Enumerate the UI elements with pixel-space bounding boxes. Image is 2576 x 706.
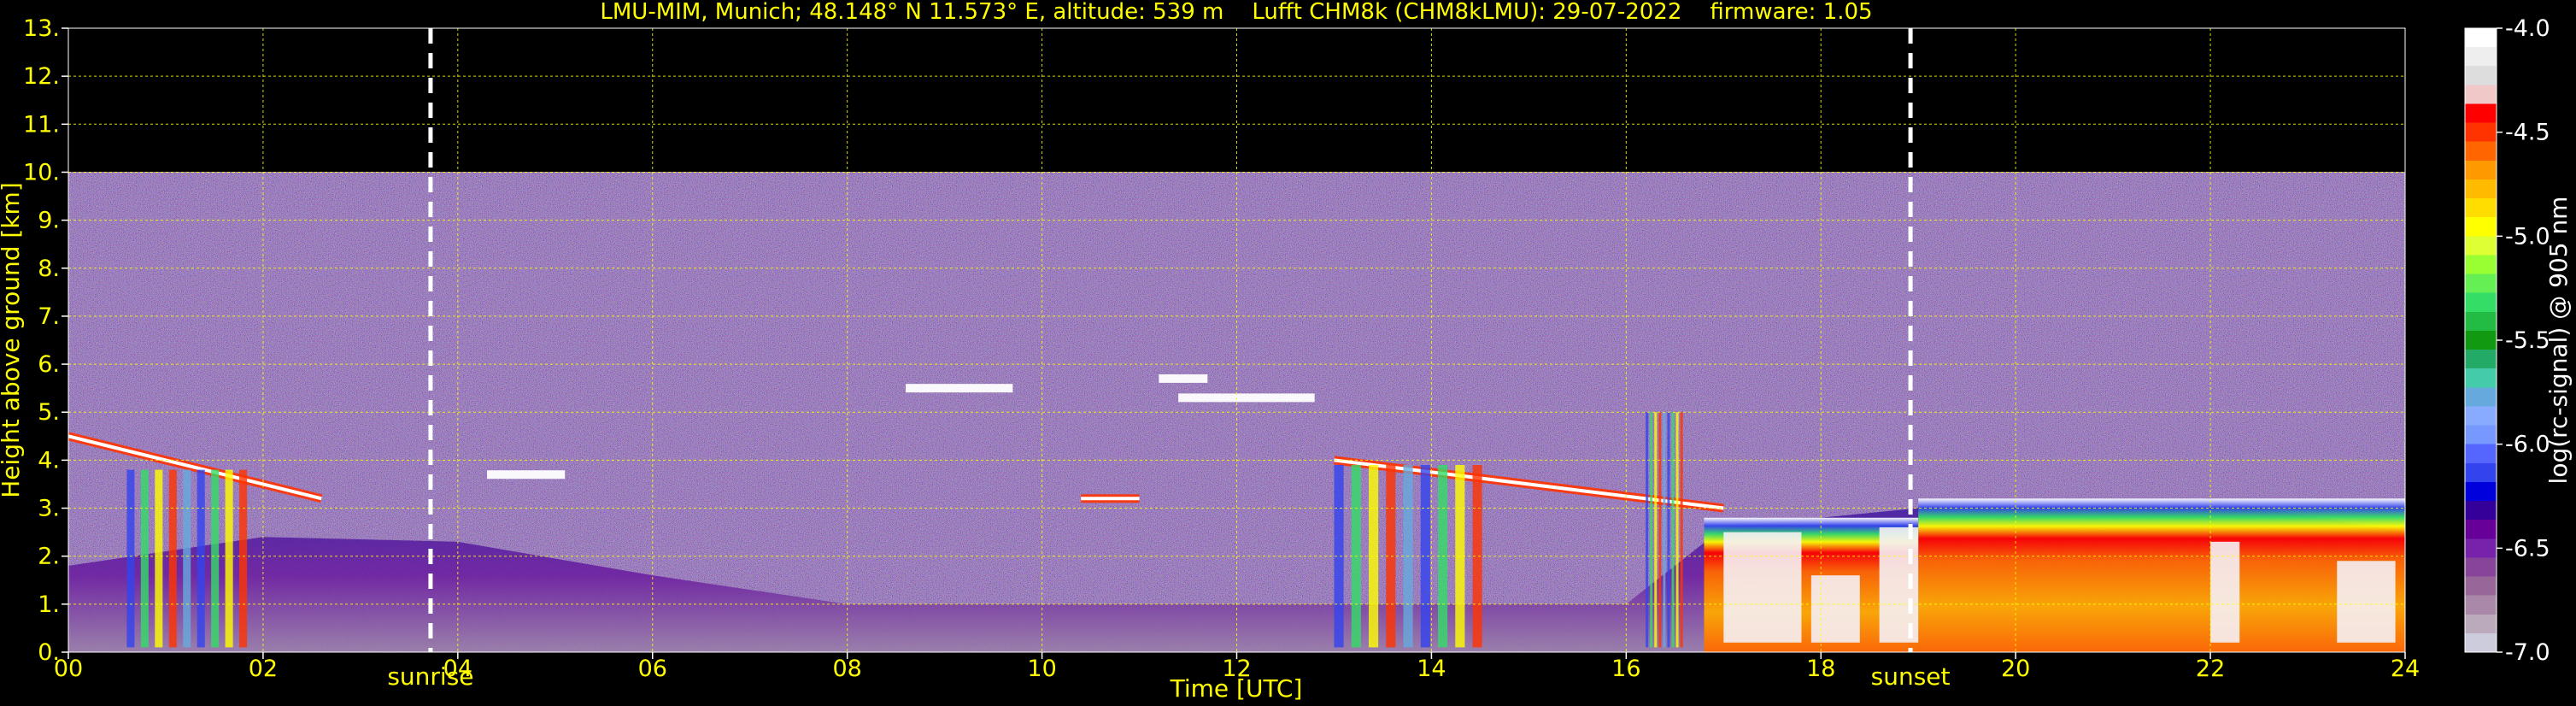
y-tick-label: 12. (23, 63, 60, 90)
fallstreak (1680, 412, 1683, 648)
x-tick-label: 14 (1417, 656, 1446, 682)
high-cloud (1159, 374, 1208, 383)
x-tick-label: 06 (638, 656, 667, 682)
sunset-label: sunset (1871, 662, 1951, 691)
y-tick-label: 13. (23, 15, 60, 42)
fallstreak (1667, 412, 1670, 648)
x-tick-label: 08 (832, 656, 861, 682)
colorbar-label: log(rc-signal) @ 905 nm (2544, 197, 2573, 485)
colorbar-tick-label: -4.5 (2505, 120, 2550, 146)
fallstreak (168, 469, 177, 648)
y-tick-label: 11. (23, 111, 60, 138)
fallstreak (140, 469, 149, 648)
y-tick-label: 5. (38, 399, 60, 426)
high-cloud (487, 470, 566, 479)
y-tick-label: 9. (38, 208, 60, 234)
y-tick-label: 4. (38, 447, 60, 474)
cloud-blotch (1723, 532, 1802, 643)
x-tick-label: 20 (2001, 656, 2030, 682)
fallstreak (1663, 412, 1666, 648)
fallstreak (1654, 412, 1658, 648)
x-tick-label: 18 (1806, 656, 1835, 682)
high-cloud (906, 384, 1013, 393)
y-tick-label: 8. (38, 256, 60, 282)
colorbar: -4.0 -4.5 -5.0 -5.5 -6.0 -6.5 -7.0 (2464, 15, 2550, 666)
x-tick-label: 04 (443, 656, 472, 682)
fallstreak (1675, 412, 1679, 648)
fallstreak (1650, 412, 1653, 648)
fallstreak (225, 469, 233, 648)
fallstreak (1671, 412, 1675, 648)
colorbar-tick-label: -4.0 (2505, 15, 2550, 42)
colorbar-bar (2465, 28, 2497, 652)
high-cloud (1178, 393, 1315, 403)
colorbar-tick-label: -5.5 (2505, 327, 2550, 354)
colorbar-tick-label: -5.0 (2505, 223, 2550, 250)
ceilometer-chart: sunrise sunset 00 02 04 06 08 10 12 14 16 18 20 22 24… (0, 0, 2573, 703)
y-tick-label: 2. (38, 544, 60, 570)
cloud-blotch (2210, 541, 2240, 643)
fallstreak (1646, 412, 1649, 648)
fallstreak (239, 469, 248, 648)
y-tick-label: 10. (23, 159, 60, 185)
low-cloud-deck (1918, 498, 2405, 652)
y-axis-label: Height above ground [km] (0, 182, 25, 498)
cloud-blotch (1810, 575, 1860, 643)
x-tick-label: 22 (2196, 656, 2225, 682)
x-tick-label: 24 (2391, 656, 2420, 682)
fallstreak (211, 469, 220, 648)
y-tick-label: 1. (38, 591, 60, 618)
x-tick-label: 10 (1027, 656, 1056, 682)
colorbar-tick-label: -6.5 (2505, 535, 2550, 562)
colorbar-tick-label: -6.0 (2505, 432, 2550, 458)
y-tick-label: 6. (38, 351, 60, 378)
y-tick-label: 0. (38, 639, 60, 666)
chart-title: LMU-MIM, Munich; 48.148° N 11.573° E, al… (600, 0, 1872, 25)
fallstreak (155, 469, 163, 648)
fallstreak (197, 469, 205, 648)
y-tick-label: 3. (38, 496, 60, 522)
x-axis-label: Time [UTC] (1170, 674, 1303, 703)
colorbar-tick-label: -7.0 (2505, 639, 2550, 666)
x-tick-label: 02 (249, 656, 278, 682)
cloud-blotch (2337, 561, 2396, 643)
x-tick-label: 16 (1611, 656, 1640, 682)
y-tick-label: 7. (38, 303, 60, 330)
fallstreak (126, 469, 135, 648)
fallstreak (1658, 412, 1662, 648)
fallstreak (183, 469, 191, 648)
